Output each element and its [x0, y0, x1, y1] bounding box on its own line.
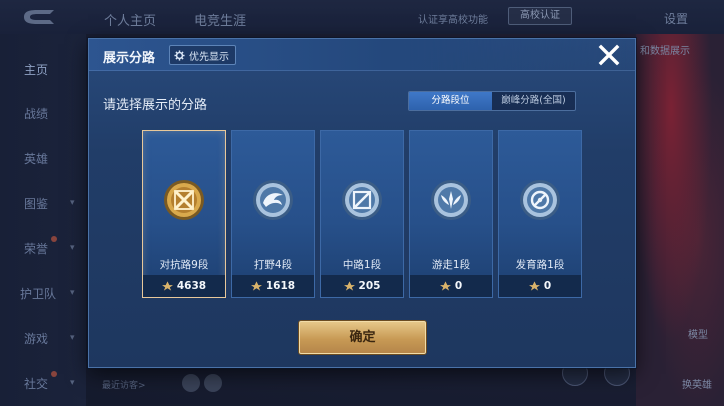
rank-points-icon	[161, 281, 173, 291]
close-icon	[598, 44, 620, 66]
roam-silver-emblem-icon	[431, 180, 471, 220]
gear-icon	[174, 49, 185, 61]
rank-points-icon	[528, 281, 540, 291]
lane-name: 中路1段	[342, 259, 382, 271]
sidebar-item-heroes[interactable]: 英雄	[24, 150, 48, 167]
lane-card-clash[interactable]: 对抗路9段 4638	[142, 130, 226, 298]
chevron-down-icon: ▾	[70, 288, 75, 298]
sidebar: 主页 战绩 英雄 图鉴 ▾ 荣誉 ▾ 护卫队 ▾ 游戏 ▾ 社交 ▾	[0, 34, 86, 406]
dialog-header: 展示分路 优先显示	[89, 39, 635, 71]
confirm-button[interactable]: 确定	[299, 321, 426, 354]
lane-score-bar: 4638	[143, 275, 225, 297]
lane-score: 0	[543, 280, 552, 292]
sidebar-item-honor[interactable]: 荣誉	[24, 240, 48, 257]
sidebar-item-social[interactable]: 社交	[24, 375, 48, 392]
mid-lane-silver-emblem-icon	[342, 180, 382, 220]
sidebar-item-home[interactable]: 主页	[24, 61, 48, 78]
priority-display-button[interactable]: 优先显示	[169, 45, 236, 65]
lane-display-dialog: 展示分路 优先显示 请选择展示的分路 分路段位 巅峰分路(全国) 对抗路9段 4…	[88, 38, 636, 368]
rank-points-icon	[250, 281, 262, 291]
sidebar-item-games[interactable]: 游戏	[24, 330, 48, 347]
chevron-down-icon: ▾	[70, 243, 75, 253]
chevron-down-icon: ▾	[70, 378, 75, 388]
dialog-title: 展示分路	[103, 51, 156, 66]
hero-artwork	[636, 34, 724, 406]
notification-dot	[51, 236, 57, 242]
chevron-down-icon: ▾	[70, 333, 75, 343]
tab-lane-rank[interactable]: 分路段位	[409, 92, 492, 110]
select-lane-prompt: 请选择展示的分路	[103, 98, 208, 113]
top-bar: 个人主页 电竞生涯 认证享高校功能 高校认证 设置	[0, 0, 724, 34]
lane-score: 1618	[265, 280, 296, 292]
lane-card-list: 对抗路9段 4638 打野4段 1618 中路1段 205 游走1段 0 发育路…	[142, 130, 584, 300]
sidebar-item-records[interactable]: 战绩	[24, 105, 48, 122]
lane-card-farm[interactable]: 发育路1段 0	[498, 130, 582, 298]
sidebar-item-guard-team[interactable]: 护卫队	[20, 285, 56, 302]
lane-score-bar: 1618	[232, 275, 314, 297]
lane-card-roam[interactable]: 游走1段 0	[409, 130, 493, 298]
lane-name: 打野4段	[253, 259, 293, 271]
lane-name: 发育路1段	[515, 259, 565, 271]
campus-prompt-text: 认证享高校功能	[418, 15, 488, 26]
jungle-silver-emblem-icon	[253, 180, 293, 220]
lane-score-bar: 0	[410, 275, 492, 297]
notification-dot	[51, 371, 57, 377]
recent-visitors-link[interactable]: 最近访客>	[102, 378, 146, 391]
visitor-avatar[interactable]	[204, 374, 222, 392]
lane-card-jungle[interactable]: 打野4段 1618	[231, 130, 315, 298]
clash-lane-gold-emblem-icon	[164, 180, 204, 220]
lane-mode-toggle: 分路段位 巅峰分路(全国)	[408, 91, 576, 111]
lane-score-bar: 205	[321, 275, 403, 297]
lane-score: 4638	[176, 280, 207, 292]
rank-points-icon	[439, 281, 451, 291]
tab-personal-home[interactable]: 个人主页	[104, 10, 156, 29]
settings-button[interactable]: 设置	[664, 10, 688, 27]
tab-peak-lane-national[interactable]: 巅峰分路(全国)	[492, 92, 575, 110]
priority-display-label: 优先显示	[189, 51, 229, 63]
lane-card-mid[interactable]: 中路1段 205	[320, 130, 404, 298]
visitor-avatar[interactable]	[182, 374, 200, 392]
back-logo-icon[interactable]	[18, 8, 58, 26]
lane-score: 205	[358, 280, 381, 292]
close-button[interactable]	[594, 40, 624, 70]
lane-name: 游走1段	[431, 259, 471, 271]
tab-esports-career[interactable]: 电竞生涯	[194, 10, 246, 29]
data-display-label: 和数据展示	[640, 46, 690, 57]
change-hero-button[interactable]: 换英雄	[682, 376, 712, 391]
lane-score: 0	[454, 280, 463, 292]
sidebar-item-collection[interactable]: 图鉴	[24, 195, 48, 212]
lane-name: 对抗路9段	[159, 259, 209, 271]
chevron-down-icon: ▾	[70, 198, 75, 208]
rank-points-icon	[343, 281, 355, 291]
lane-score-bar: 0	[499, 275, 581, 297]
farm-lane-silver-emblem-icon	[520, 180, 560, 220]
model-button[interactable]: 模型	[688, 326, 708, 341]
campus-certify-button[interactable]: 高校认证	[508, 7, 572, 25]
